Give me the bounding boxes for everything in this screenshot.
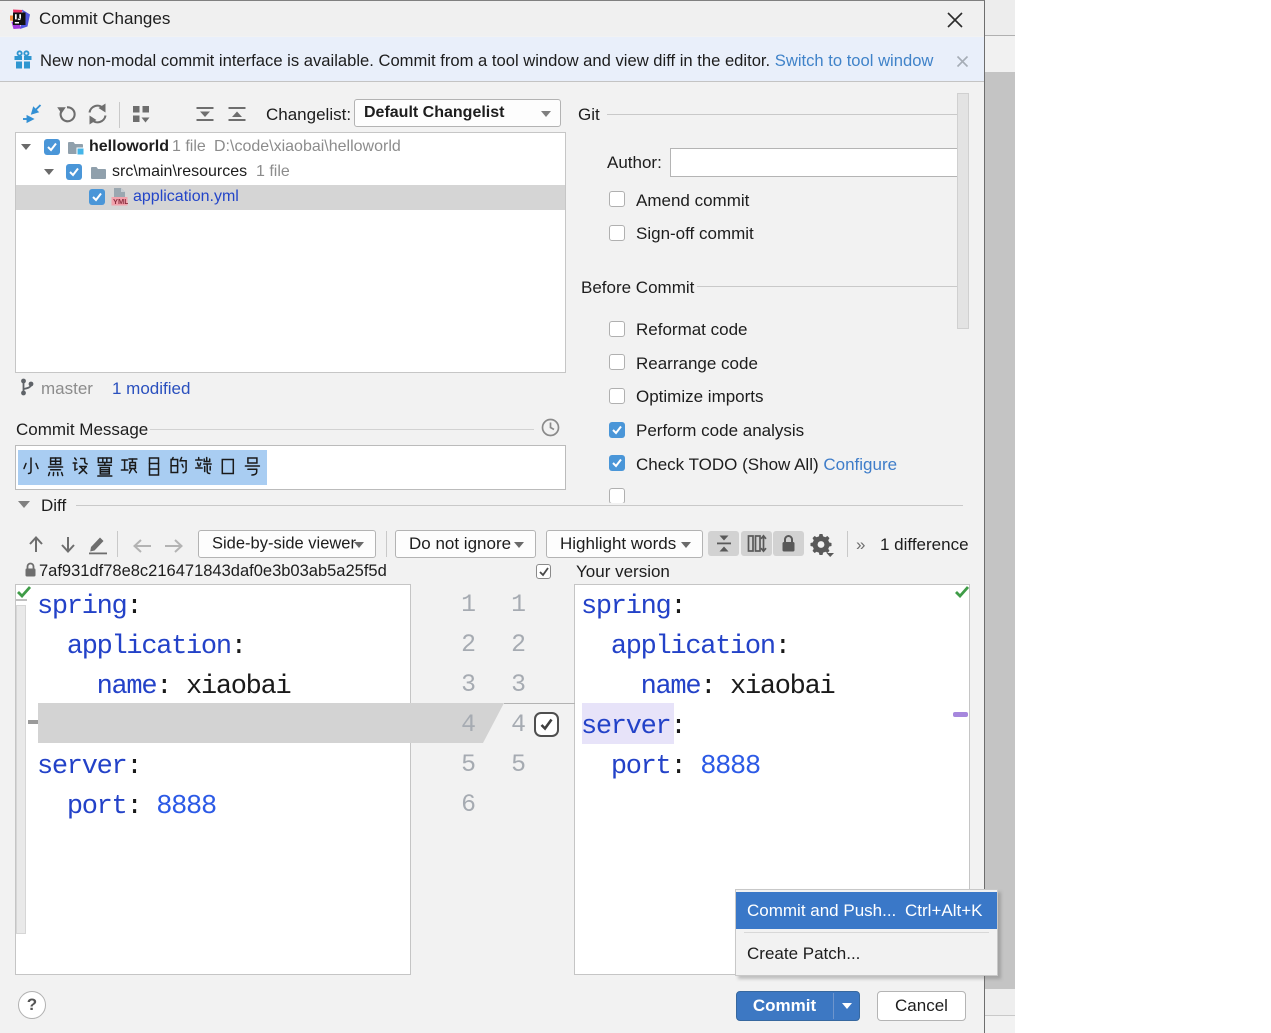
svg-text:YML: YML [113,197,128,206]
